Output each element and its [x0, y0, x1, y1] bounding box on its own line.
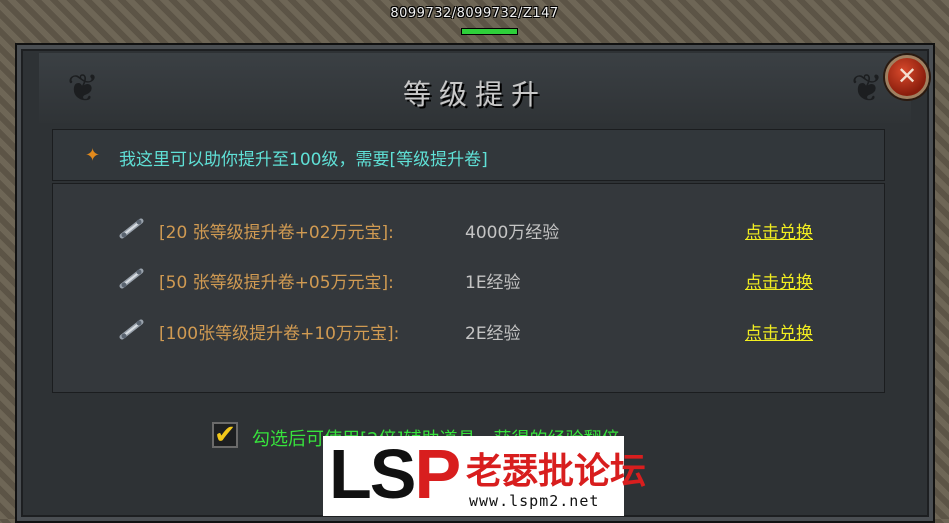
exchange-label: [50 张等级提升卷+05万元宝]: — [159, 273, 394, 293]
hp-bar — [461, 28, 518, 35]
exchange-reward: 2E经验 — [465, 324, 521, 344]
exchange-panel: [20 张等级提升卷+02万元宝]: 4000万经验 点击兑换 [50 张等级提… — [52, 183, 885, 393]
exchange-label: [100张等级提升卷+10万元宝]: — [159, 324, 400, 344]
exchange-label: [20 张等级提升卷+02万元宝]: — [159, 223, 394, 243]
exchange-row: [20 张等级提升卷+02万元宝]: 4000万经验 点击兑换 — [53, 214, 884, 244]
notice-box: ✦ 我这里可以助你提升至100级，需要[等级提升卷] — [52, 129, 885, 181]
scroll-icon — [119, 268, 144, 289]
exchange-button[interactable]: 点击兑换 — [745, 218, 813, 243]
exchange-row: [100张等级提升卷+10万元宝]: 2E经验 点击兑换 — [53, 315, 884, 345]
exchange-button[interactable]: 点击兑换 — [745, 319, 813, 344]
watermark-name: 老瑟批论坛 — [466, 451, 647, 492]
checkmark-icon: ✔ — [214, 420, 236, 450]
close-icon[interactable]: ✕ — [885, 55, 929, 99]
scroll-icon — [119, 218, 144, 239]
watermark-url: www.lspm2.net — [469, 492, 600, 510]
scroll-icon — [119, 319, 144, 340]
title-bar: ❦ 等级提升 ❦ — [39, 53, 911, 123]
hp-bar-fill — [462, 29, 517, 34]
double-exp-checkbox[interactable]: ✔ — [212, 422, 238, 448]
dialog-title: 等级提升 — [402, 78, 547, 111]
diamond-star-icon: ✦ — [85, 145, 101, 166]
exchange-button[interactable]: 点击兑换 — [745, 268, 813, 293]
exchange-reward: 1E经验 — [465, 273, 521, 293]
watermark-logo: LSP — [329, 435, 461, 513]
forum-watermark: LSP 老瑟批论坛 www.lspm2.net — [323, 435, 646, 516]
hp-readout: 8099732/8099732/Z147 — [390, 6, 559, 21]
exchange-reward: 4000万经验 — [465, 223, 560, 243]
exchange-row: [50 张等级提升卷+05万元宝]: 1E经验 点击兑换 — [53, 264, 884, 294]
notice-text: 我这里可以助你提升至100级，需要[等级提升卷] — [119, 150, 488, 170]
